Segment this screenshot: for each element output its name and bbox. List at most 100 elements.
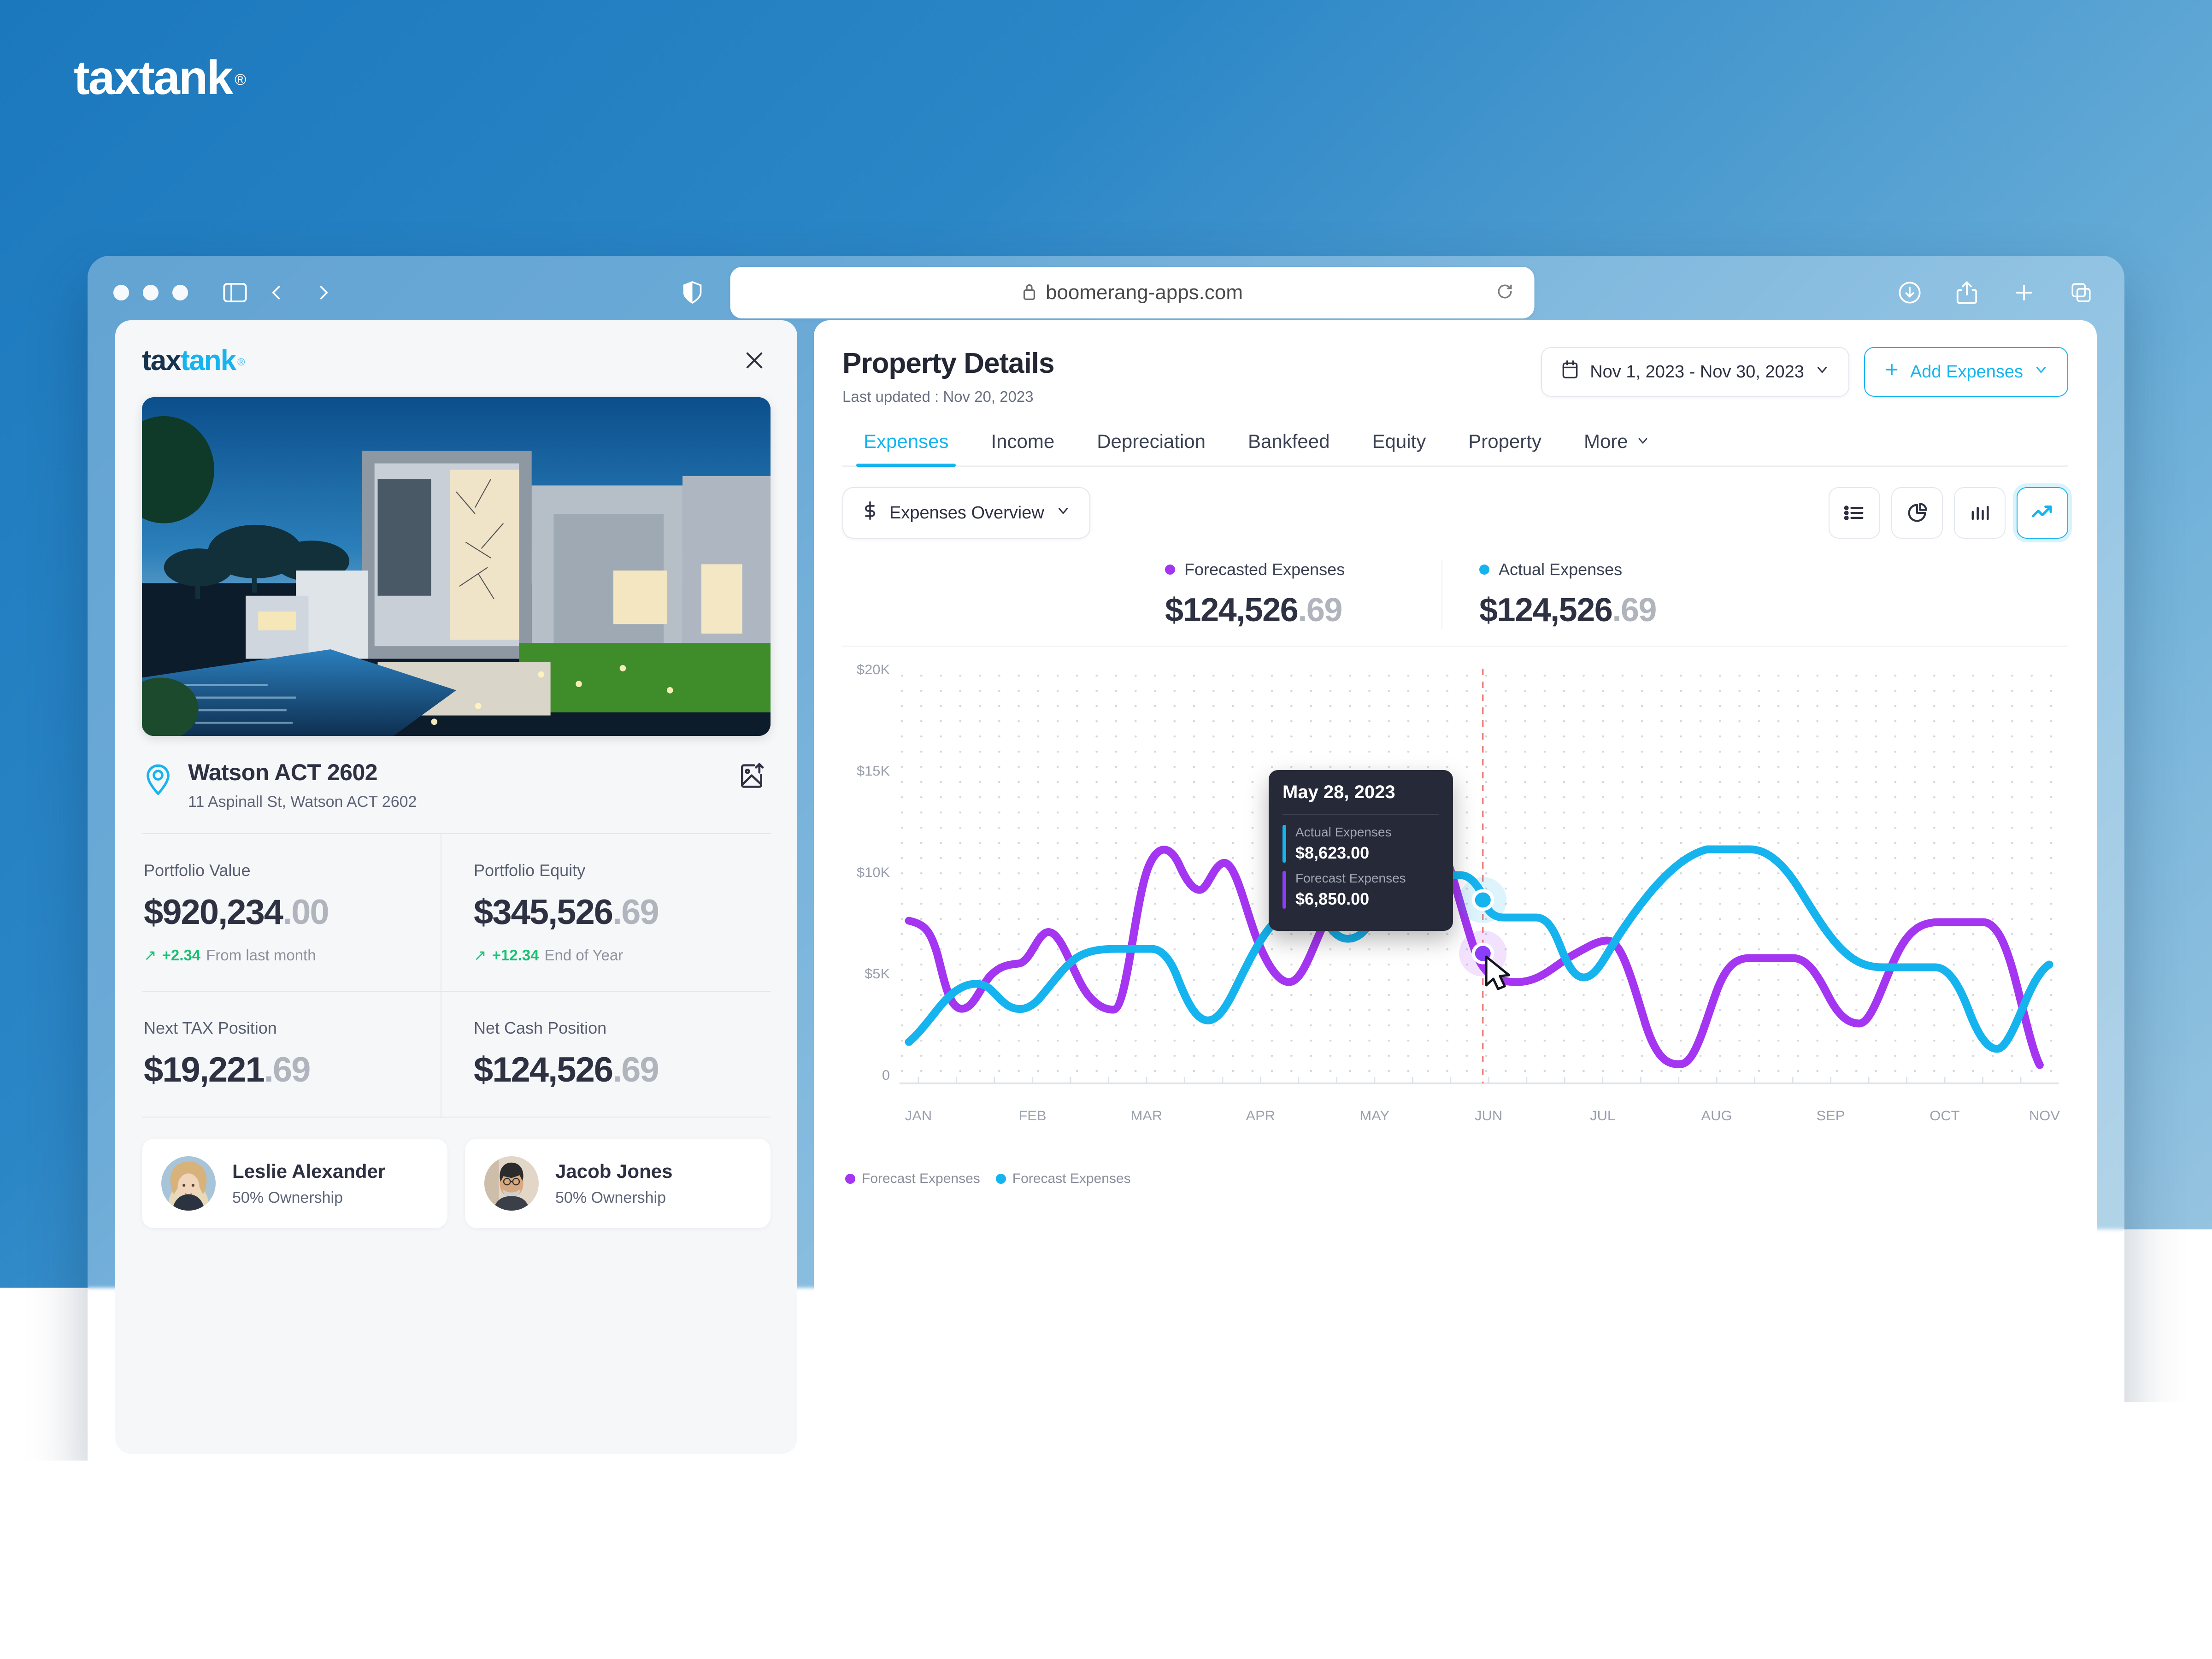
expenses-overview-label: Expenses Overview [889,503,1044,523]
summary-legend-label: Forecasted Expenses [1184,560,1345,579]
tab-property[interactable]: Property [1447,430,1563,465]
stat-label: Next TAX Position [144,1018,441,1038]
property-address: 11 Aspinall St, Watson ACT 2602 [188,793,417,811]
stat-value-main: $124,526 [474,1050,612,1089]
minimize-window-button[interactable] [143,285,159,300]
bar-chart-view-icon[interactable] [1954,487,2006,539]
tab-equity[interactable]: Equity [1351,430,1447,465]
close-window-button[interactable] [113,285,129,300]
address-bar[interactable]: boomerang-apps.com [730,267,1535,318]
tab-expenses[interactable]: Expenses [842,430,970,465]
list-view-icon[interactable] [1829,487,1880,539]
chart-tooltip: May 28, 2023 Actual Expenses $8,623.00 F… [1269,770,1453,931]
x-tick-label: OCT [1930,1108,1959,1123]
y-tick-label: $15K [857,763,890,778]
owner-card[interactable]: Leslie Alexander 50% Ownership [142,1139,447,1228]
close-icon[interactable] [738,344,771,377]
chart-legend-label: Forecast Expenses [862,1171,980,1187]
summary-value-cents: .69 [1612,592,1656,629]
tooltip-date: May 28, 2023 [1282,782,1439,803]
shield-icon[interactable] [678,278,707,307]
portfolio-stats-row-1: Portfolio Value $920,234.00 ↗ +2.34 From l… [142,834,771,991]
tooltip-color-bar [1282,871,1286,909]
reload-icon[interactable] [1496,282,1514,303]
tab-bankfeed[interactable]: Bankfeed [1227,430,1351,465]
stat-delta-value: +2.34 [162,947,201,964]
sidebar-logo-tax: tax [142,344,181,377]
x-tick-label: AUG [1701,1108,1732,1123]
view-toggle-group [1829,487,2068,539]
x-tick-label: SEP [1817,1108,1845,1123]
chart-legend-item-forecast[interactable]: Forecast Expenses [845,1171,980,1187]
back-icon[interactable] [262,278,291,307]
trend-line-view-icon[interactable] [2017,487,2068,539]
actual-data-point [1473,891,1492,909]
chevron-down-icon [2033,362,2049,382]
portfolio-stats-row-2: Next TAX Position $19,221.69 Net Cash Po… [142,992,771,1117]
tab-label: Depreciation [1097,430,1206,453]
stat-value: $920,234.00 [144,892,441,932]
maximize-window-button[interactable] [172,285,188,300]
tab-label: Property [1468,430,1541,453]
page-title: Property Details [842,347,1054,380]
pie-chart-view-icon[interactable] [1891,487,1943,539]
summary-value-main: $124,526 [1165,592,1298,629]
summary-actual-expenses: Actual Expenses $124,526.69 [1441,560,1755,629]
actual-legend-dot-icon [996,1174,1006,1184]
stat-portfolio-equity: Portfolio Equity $345,526.69 ↗ +12.34 End … [441,834,771,991]
upload-image-icon[interactable] [735,759,769,793]
stat-value-main: $345,526 [474,893,612,932]
plus-icon [1883,361,1900,382]
date-range-picker[interactable]: Nov 1, 2023 - Nov 30, 2023 [1541,347,1849,397]
y-tick-label: $20K [857,662,890,677]
owner-ownership: 50% Ownership [555,1189,672,1207]
owner-card[interactable]: Jacob Jones 50% Ownership [465,1139,771,1228]
stat-net-cash-position: Net Cash Position $124,526.69 [441,992,771,1117]
x-tick-label: JUL [1590,1108,1615,1123]
share-icon[interactable] [1952,278,1982,307]
summary-legend-label: Actual Expenses [1499,560,1622,579]
tab-depreciation[interactable]: Depreciation [1076,430,1227,465]
add-expenses-button[interactable]: Add Expenses [1864,347,2068,397]
tab-more[interactable]: More [1563,430,1671,465]
stat-delta-note: End of Year [545,947,624,964]
forecast-legend-dot-icon [845,1174,855,1184]
app-surface: tax tank ® Watson ACT 2602 11 Aspinall S… [115,320,2097,1454]
stat-value: $19,221.69 [144,1050,441,1090]
sidebar-logo-registered: ® [237,356,244,368]
browser-chrome: boomerang-apps.com [88,256,2124,329]
trend-up-arrow-icon: ↗ [144,946,157,964]
chart-legend-item-actual[interactable]: Forecast Expenses [996,1171,1131,1187]
owner-name: Leslie Alexander [232,1160,385,1182]
x-tick-label: FEB [1018,1108,1046,1123]
owners-list: Leslie Alexander 50% Ownership Jacob Jon… [142,1118,771,1228]
window-traffic-lights [113,285,188,300]
property-sidebar: tax tank ® Watson ACT 2602 11 Aspinall S… [115,320,797,1454]
section-tabs: Expenses Income Depreciation Bankfeed Eq… [842,430,2068,467]
tooltip-row-label: Actual Expenses [1295,825,1392,840]
forward-icon[interactable] [309,278,338,307]
stat-value-cents: .69 [264,1050,310,1089]
summary-value-cents: .69 [1298,592,1342,629]
expenses-overview-select[interactable]: Expenses Overview [842,487,1090,539]
x-tick-label: APR [1246,1108,1276,1123]
summary-value-main: $124,526 [1479,592,1612,629]
stat-delta: ↗ +12.34 End of Year [474,946,771,964]
chart-toolbar: Expenses Overview [842,487,2068,539]
plus-icon[interactable] [2009,278,2039,307]
stat-value-cents: .69 [612,1050,659,1089]
owner-name: Jacob Jones [555,1160,672,1182]
chart-legend: Forecast Expenses Forecast Expenses [845,1171,1131,1187]
tab-label: Equity [1372,430,1426,453]
x-tick-label: NOV [2029,1108,2060,1123]
copy-tabs-icon[interactable] [2066,278,2096,307]
summary-legend: Actual Expenses [1479,560,1755,579]
tab-income[interactable]: Income [970,430,1076,465]
expenses-line-chart[interactable]: $20K $15K $10K $5K 0 JAN FEB MAR APR MAY… [842,659,2068,1185]
sidebar-logo: tax tank ® [142,344,244,377]
y-tick-label: 0 [882,1067,890,1082]
brand-name-part1: tax [74,51,139,106]
sidebar-toggle-icon[interactable] [220,278,250,307]
download-icon[interactable] [1895,278,1924,307]
browser-window: boomerang-apps.com tax tank ® Watson ACT… [88,256,2124,1482]
